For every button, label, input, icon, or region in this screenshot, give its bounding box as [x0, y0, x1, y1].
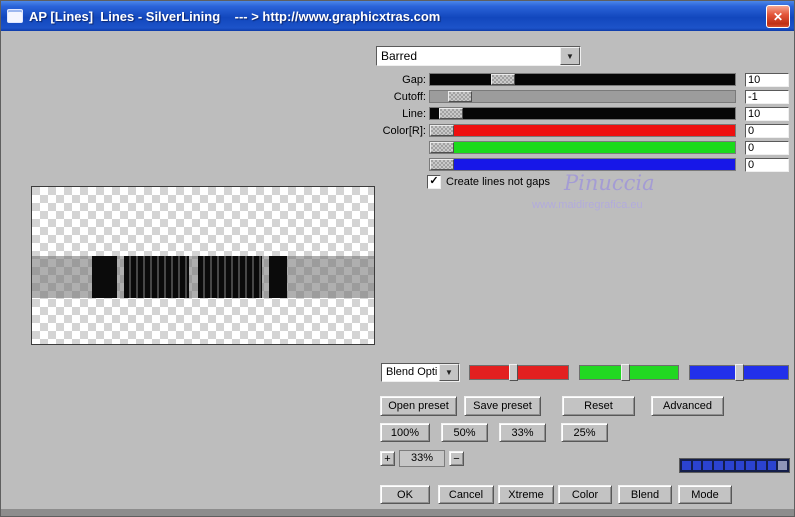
color-r-label: Color[R]: [382, 124, 426, 137]
title-bar: AP [Lines] Lines - SilverLining --- > ht… [1, 1, 794, 31]
progress-segment [778, 461, 788, 470]
slider-row-color-b: 0 [376, 157, 792, 172]
cutoff-slider-track[interactable] [429, 90, 736, 103]
progress-segment [682, 461, 691, 470]
reset-button[interactable]: Reset [562, 396, 635, 416]
progress-segment [714, 461, 723, 470]
progress-segment [767, 461, 777, 470]
red-channel-slider[interactable] [469, 364, 569, 381]
zoom-100-button[interactable]: 100% [380, 423, 430, 442]
slider-row-cutoff: Cutoff: -1 [376, 89, 792, 104]
cancel-button[interactable]: Cancel [438, 485, 494, 504]
slider-row-gap: Gap: 10 [376, 72, 792, 87]
checkmark-icon[interactable]: ✓ [427, 175, 441, 189]
gap-label: Gap: [402, 73, 426, 86]
watermark-name: Pinuccia [564, 171, 655, 195]
progress-segment [746, 461, 755, 470]
line-value-field[interactable]: 10 [745, 106, 789, 121]
open-preset-button[interactable]: Open preset [380, 396, 457, 416]
save-preset-button[interactable]: Save preset [464, 396, 541, 416]
progress-segment [692, 461, 702, 470]
create-lines-checkbox-label: Create lines not gaps [446, 176, 550, 188]
mode-button[interactable]: Mode [678, 485, 732, 504]
blue-channel-thumb[interactable] [735, 364, 744, 381]
plugin-window: AP [Lines] Lines - SilverLining --- > ht… [0, 0, 795, 517]
slider-row-color-r: Color[R]: 0 [376, 123, 792, 138]
zoom-in-button[interactable]: + [380, 451, 395, 466]
blue-channel-slider[interactable] [689, 364, 789, 381]
preview-bar-group [197, 256, 262, 299]
watermark-url: www.maidiregrafica.eu [532, 199, 643, 211]
zoom-50-button[interactable]: 50% [441, 423, 488, 442]
green-channel-thumb[interactable] [621, 364, 631, 381]
chevron-down-icon[interactable]: ▼ [560, 47, 580, 65]
preview-band [32, 256, 374, 299]
blend-options-value: Blend Opti [386, 366, 438, 378]
xtreme-button[interactable]: Xtreme [498, 485, 554, 504]
red-channel-thumb[interactable] [509, 364, 519, 381]
color-g-slider-thumb[interactable] [430, 142, 454, 153]
color-b-slider-track[interactable] [429, 158, 736, 171]
progress-segment [724, 461, 734, 470]
color-button[interactable]: Color [558, 485, 612, 504]
preview-bar [91, 256, 117, 299]
gap-slider-thumb[interactable] [491, 74, 515, 85]
progress-bar [679, 458, 790, 473]
color-r-value-field[interactable]: 0 [745, 123, 789, 138]
color-g-value-field[interactable]: 0 [745, 140, 789, 155]
create-lines-checkbox[interactable]: ✓ Create lines not gaps [427, 175, 550, 189]
pattern-dropdown[interactable]: Barred ▼ [376, 46, 581, 66]
line-slider-thumb[interactable] [439, 108, 464, 119]
chevron-down-icon[interactable]: ▼ [439, 364, 459, 381]
advanced-button[interactable]: Advanced [651, 396, 724, 416]
gap-slider-track[interactable] [429, 73, 736, 86]
preview-canvas[interactable] [31, 186, 375, 345]
preview-bar [269, 256, 287, 299]
color-g-slider-track[interactable] [429, 141, 736, 154]
zoom-out-button[interactable]: − [449, 451, 464, 466]
line-slider-track[interactable] [429, 107, 736, 120]
zoom-25-button[interactable]: 25% [561, 423, 608, 442]
slider-row-color-g: 0 [376, 140, 792, 155]
ok-button[interactable]: OK [380, 485, 430, 504]
cutoff-slider-thumb[interactable] [448, 91, 473, 102]
color-b-slider-thumb[interactable] [430, 159, 454, 170]
cutoff-label: Cutoff: [393, 90, 426, 103]
slider-row-line: Line: 10 [376, 106, 792, 121]
cutoff-value-field[interactable]: -1 [745, 89, 789, 104]
preview-bar-group [124, 256, 190, 299]
color-r-slider-thumb[interactable] [430, 125, 454, 136]
line-label: Line: [402, 107, 426, 120]
color-r-slider-track[interactable] [429, 124, 736, 137]
window-title: AP [Lines] Lines - SilverLining --- > ht… [29, 8, 441, 24]
progress-segment [735, 461, 745, 470]
blend-button[interactable]: Blend [618, 485, 672, 504]
progress-segment [756, 461, 766, 470]
color-b-value-field[interactable]: 0 [745, 157, 789, 172]
blend-options-dropdown[interactable]: Blend Opti ▼ [381, 363, 460, 382]
close-button[interactable]: ✕ [766, 5, 790, 28]
close-icon: ✕ [772, 9, 784, 24]
zoom-level-display: 33% [399, 450, 445, 467]
gap-value-field[interactable]: 10 [745, 72, 789, 87]
zoom-33-button[interactable]: 33% [499, 423, 546, 442]
progress-segment [703, 461, 713, 470]
window-icon [7, 9, 23, 23]
pattern-dropdown-value: Barred [381, 49, 418, 63]
window-bottom-edge [1, 509, 794, 516]
green-channel-slider[interactable] [579, 364, 679, 381]
